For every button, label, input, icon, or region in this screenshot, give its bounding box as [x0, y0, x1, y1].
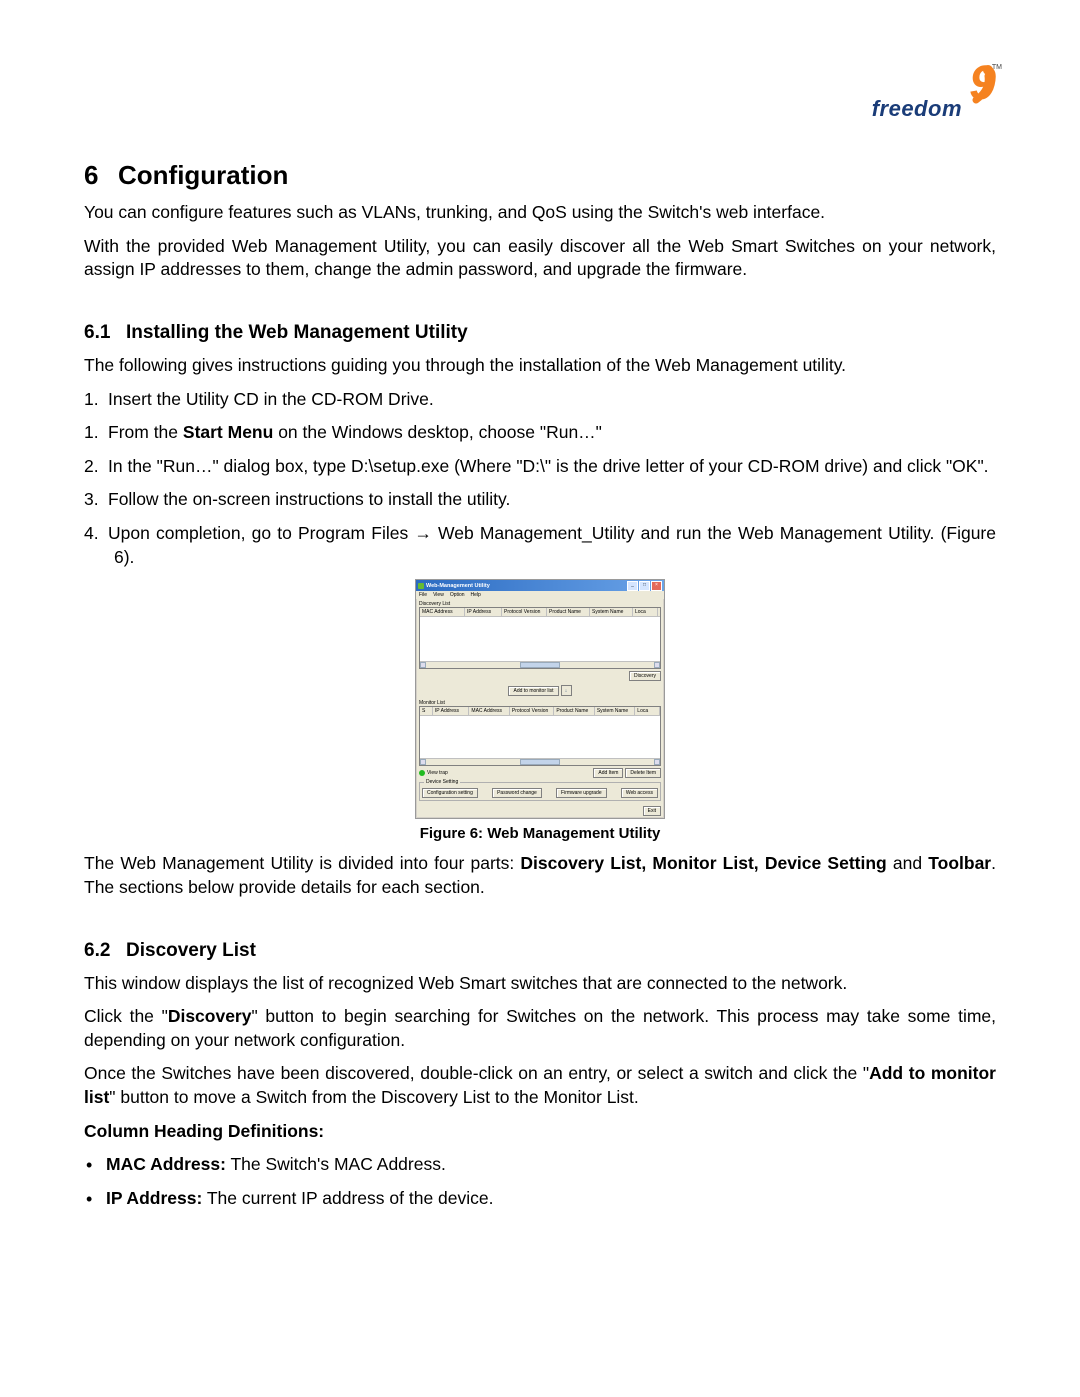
after-figure-p1: The Web Management Utility is divided in… [84, 852, 996, 899]
password-change-button[interactable]: Password change [492, 788, 542, 798]
subsection-heading-discovery: 6.2Discovery List [84, 940, 996, 962]
monitor-scrollbar[interactable] [420, 758, 660, 765]
install-step: 2.In the "Run…" dialog box, type D:\setu… [84, 455, 996, 479]
column-header[interactable]: Product Name [547, 608, 590, 616]
window-titlebar: Web-Management Utility _ □ × [416, 580, 664, 591]
column-header[interactable]: Loca [635, 707, 660, 715]
view-trap-indicator[interactable]: View trap [419, 770, 448, 776]
section-heading: 6Configuration [84, 160, 996, 191]
column-header[interactable]: Loca [633, 608, 658, 616]
monitor-listbox[interactable]: SIP AddressMAC AddressProtocol VersionPr… [419, 706, 661, 766]
column-header[interactable]: IP Address [465, 608, 502, 616]
scroll-thumb[interactable] [520, 662, 560, 668]
discovery-p2: Click the "Discovery" button to begin se… [84, 1005, 996, 1052]
discovery-button[interactable]: Discovery [629, 671, 661, 681]
add-item-button[interactable]: Add Item [593, 768, 623, 778]
coldef-list: MAC Address: The Switch's MAC Address. IP… [84, 1153, 996, 1210]
coldef-item: IP Address: The current IP address of th… [106, 1187, 996, 1211]
scroll-thumb[interactable] [520, 759, 560, 765]
column-header[interactable]: MAC Address [469, 707, 509, 715]
column-header[interactable]: IP Address [433, 707, 470, 715]
subsection-heading-install: 6.1Installing the Web Management Utility [84, 322, 996, 344]
section-title: Configuration [118, 160, 288, 190]
status-dot-icon [419, 770, 425, 776]
column-header[interactable]: System Name [590, 608, 633, 616]
exit-button[interactable]: Exit [643, 806, 661, 816]
scroll-right-icon[interactable] [654, 662, 660, 668]
column-header[interactable]: Protocol Version [510, 707, 554, 715]
scroll-left-icon[interactable] [420, 759, 426, 765]
install-lead: The following gives instructions guiding… [84, 354, 996, 378]
menu-item[interactable]: File [419, 592, 427, 598]
window-title-text: Web-Management Utility [426, 583, 490, 589]
column-header[interactable]: Product Name [554, 707, 594, 715]
column-header[interactable]: System Name [595, 707, 635, 715]
brand-logo: freedom 9 TM [836, 60, 996, 140]
menu-item[interactable]: Option [450, 592, 465, 598]
discovery-listbox[interactable]: MAC AddressIP AddressProtocol VersionPro… [419, 607, 661, 669]
config-setting-button[interactable]: Configuration setting [422, 788, 478, 798]
install-steps-list: 1.Insert the Utility CD in the CD-ROM Dr… [84, 388, 996, 570]
subsection-number: 6.2 [84, 940, 126, 962]
subsection-title: Installing the Web Management Utility [126, 322, 468, 343]
discovery-p3: Once the Switches have been discovered, … [84, 1062, 996, 1109]
coldef-item: MAC Address: The Switch's MAC Address. [106, 1153, 996, 1177]
column-header[interactable]: S [420, 707, 433, 715]
menu-item[interactable]: View [433, 592, 444, 598]
logo-swoosh-icon [952, 60, 996, 104]
column-header[interactable]: Protocol Version [502, 608, 547, 616]
firmware-upgrade-button[interactable]: Firmware upgrade [556, 788, 607, 798]
add-down-icon[interactable]: ↓ [561, 685, 572, 696]
figure-caption: Figure 6: Web Management Utility [84, 825, 996, 842]
menu-bar: File View Option Help [416, 591, 664, 599]
add-to-monitor-button[interactable]: Add to monitor list [508, 686, 558, 696]
install-step: 1.Insert the Utility CD in the CD-ROM Dr… [84, 388, 996, 412]
monitor-list-label: Monitor List [416, 698, 664, 706]
column-header[interactable]: MAC Address [420, 608, 465, 616]
subsection-title: Discovery List [126, 940, 256, 961]
device-setting-group: Device Setting Configuration setting Pas… [419, 782, 661, 801]
scroll-left-icon[interactable] [420, 662, 426, 668]
menu-item[interactable]: Help [471, 592, 481, 598]
scroll-right-icon[interactable] [654, 759, 660, 765]
install-step: 4.Upon completion, go to Program Files →… [84, 522, 996, 569]
discovery-scrollbar[interactable] [420, 661, 660, 668]
coldef-heading: Column Heading Definitions: [84, 1120, 996, 1144]
device-setting-legend: Device Setting [424, 779, 460, 785]
discovery-p1: This window displays the list of recogni… [84, 972, 996, 996]
logo-text: freedom [872, 96, 962, 122]
install-step: 3.Follow the on-screen instructions to i… [84, 488, 996, 512]
discovery-list-label: Discovery List [416, 599, 664, 607]
minimize-button[interactable]: _ [627, 581, 638, 591]
close-button[interactable]: × [651, 581, 662, 591]
delete-item-button[interactable]: Delete Item [625, 768, 661, 778]
intro-p1: You can configure features such as VLANs… [84, 201, 996, 225]
intro-p2: With the provided Web Management Utility… [84, 235, 996, 282]
web-access-button[interactable]: Web access [621, 788, 658, 798]
maximize-button[interactable]: □ [639, 581, 650, 591]
subsection-number: 6.1 [84, 322, 126, 344]
figure-window: Web-Management Utility _ □ × File View Opt… [415, 579, 665, 819]
logo-tm: TM [992, 64, 1002, 71]
app-icon [418, 583, 424, 589]
section-number: 6 [84, 160, 118, 191]
install-step: 1.From the Start Menu on the Windows des… [84, 421, 996, 445]
